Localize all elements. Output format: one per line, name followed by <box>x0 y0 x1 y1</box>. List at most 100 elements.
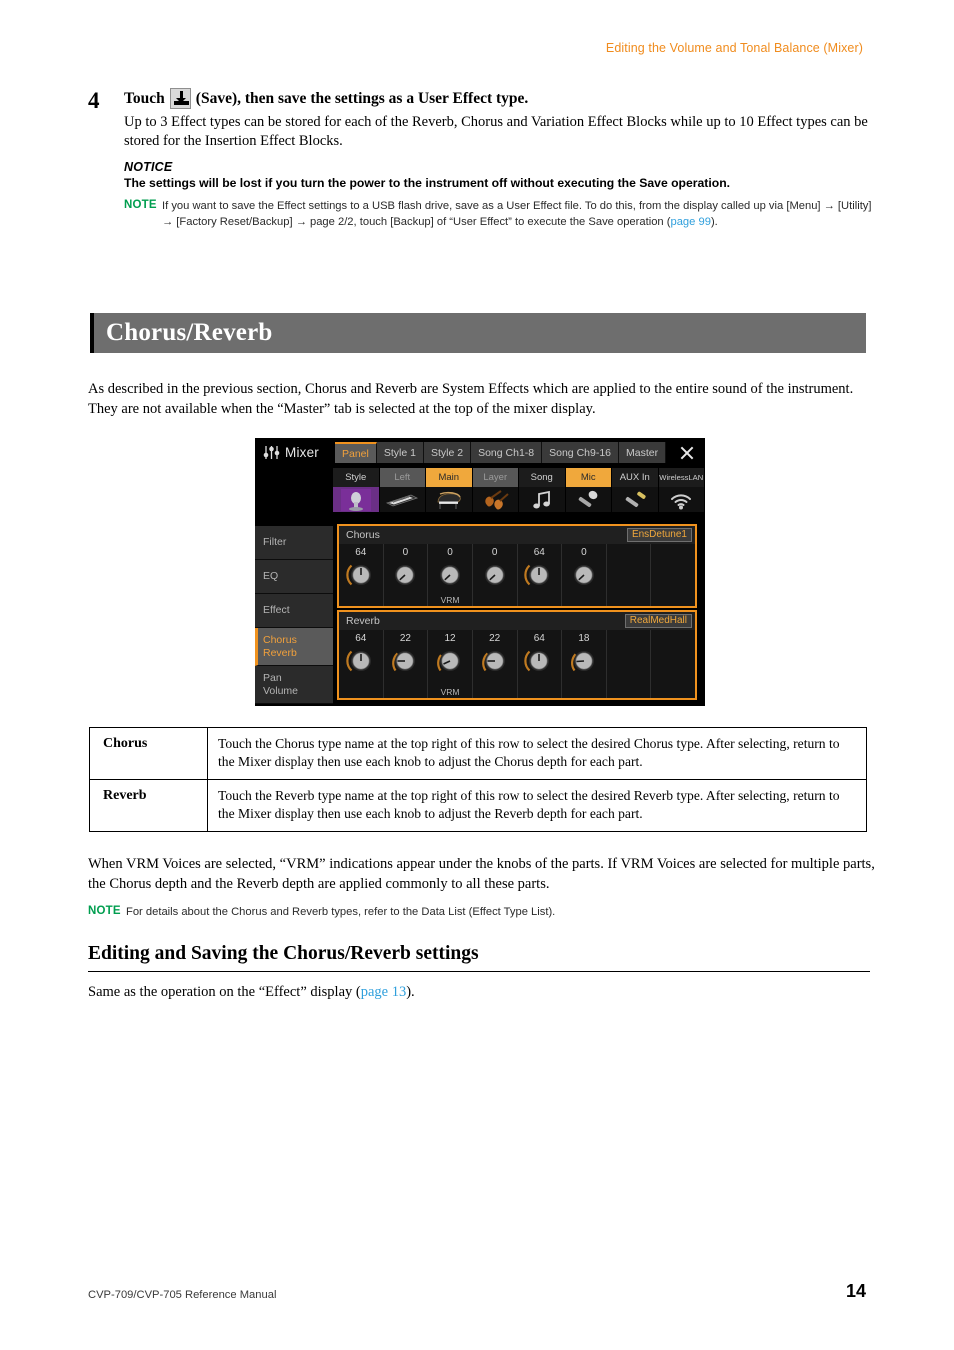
chorus-knob-row: 64 0 0 VRM 0 64 0 <box>339 544 695 606</box>
part-tab-song[interactable]: Song <box>519 468 566 487</box>
reverb-knob-cell-1[interactable]: 64 <box>339 630 384 698</box>
sidebar-item-chorus-reverb[interactable]: Chorus Reverb <box>255 628 333 666</box>
reverb-knob-2[interactable] <box>390 646 420 676</box>
reverb-knob-6[interactable] <box>569 646 599 676</box>
reverb-knob-5[interactable] <box>524 646 554 676</box>
chorus-knob-3[interactable] <box>435 560 465 590</box>
reverb-knob-cell-3[interactable]: 12 VRM <box>428 630 473 698</box>
chorus-knob-value-1: 64 <box>355 547 367 558</box>
note-text-5: ). <box>710 216 718 229</box>
chorus-label: Chorus <box>346 529 380 541</box>
chorus-knob-1[interactable] <box>346 560 376 590</box>
grand-piano-icon[interactable] <box>426 487 473 512</box>
chorus-knob-cell-6[interactable]: 0 <box>562 544 607 606</box>
reverb-knob-cell-4[interactable]: 22 <box>473 630 518 698</box>
arrow-icon-1: → <box>823 200 835 213</box>
reverb-knob-4[interactable] <box>480 646 510 676</box>
reverb-vrm-label: VRM <box>440 687 460 697</box>
chorus-knob-cell-7 <box>607 544 652 606</box>
chorus-type-button[interactable]: EnsDetune1 <box>626 528 692 542</box>
reverb-panel-header: Reverb RealMedHall <box>339 612 695 630</box>
chorus-knob-5[interactable] <box>524 560 554 590</box>
reverb-knob-1[interactable] <box>346 646 376 676</box>
part-tab-mic[interactable]: Mic <box>565 468 612 487</box>
close-icon[interactable] <box>679 445 695 461</box>
sidebar-item-pan-volume[interactable]: Pan Volume <box>255 666 333 704</box>
chorus-knob-value-2: 0 <box>402 547 409 558</box>
sidebar-item-filter[interactable]: Filter <box>255 526 333 560</box>
chorus-knob-2[interactable] <box>390 560 420 590</box>
reverb-type-button[interactable]: RealMedHall <box>624 614 692 628</box>
chorus-knob-value-6: 0 <box>581 547 587 558</box>
notice-text: The settings will be lost if you turn th… <box>124 176 731 191</box>
tab-master[interactable]: Master <box>619 442 667 463</box>
chorus-knob-cell-2[interactable]: 0 <box>384 544 429 606</box>
mixer-screenshot: Mixer Panel Style 1 Style 2 Song Ch1-8 S… <box>255 438 705 706</box>
chorus-knob-6[interactable] <box>569 560 599 590</box>
sidebar-item-volume-label: Volume <box>263 684 299 697</box>
part-tab-main[interactable]: Main <box>426 468 473 487</box>
tab-song-ch9-16[interactable]: Song Ch9-16 <box>542 442 620 463</box>
part-tab-aux-in[interactable]: AUX In <box>612 468 659 487</box>
chorus-knob-cell-1[interactable]: 64 <box>339 544 384 606</box>
part-tab-wireless-lan[interactable]: WirelessLAN <box>658 468 705 487</box>
reverb-knob-cell-2[interactable]: 22 <box>384 630 429 698</box>
microphone-stage-photo-icon[interactable] <box>333 487 380 512</box>
subsection-title: Editing and Saving the Chorus/Reverb set… <box>88 943 479 964</box>
chorus-panel: Chorus EnsDetune1 64 0 0 VRM 0 64 0 <box>337 524 697 608</box>
chorus-knob-cell-3[interactable]: 0 VRM <box>428 544 473 606</box>
reverb-knob-cell-6[interactable]: 18 <box>562 630 607 698</box>
tab-song-ch1-8[interactable]: Song Ch1-8 <box>471 442 543 463</box>
mixer-top-tabs: Panel Style 1 Style 2 Song Ch1-8 Song Ch… <box>335 442 667 463</box>
chorus-knob-4[interactable] <box>480 560 510 590</box>
reverb-knob-cell-8 <box>651 630 695 698</box>
table-cell-term-chorus: Chorus <box>89 726 208 781</box>
step-4-block: 4 Touch (Save), then save the settings a… <box>88 88 878 231</box>
vrm-paragraph: When VRM Voices are selected, “VRM” indi… <box>88 856 875 892</box>
mixer-part-tabs: Style Left Main Layer Song Mic AUX In Wi… <box>333 468 705 487</box>
note-text-2: [Utility] <box>834 200 872 213</box>
wifi-icon[interactable] <box>658 487 705 512</box>
table-cell-term-reverb: Reverb <box>89 779 208 833</box>
music-note-icon[interactable] <box>519 487 566 512</box>
section-heading-bar: Chorus/Reverb <box>90 313 866 353</box>
reverb-knob-cell-5[interactable]: 64 <box>518 630 563 698</box>
strings-icon[interactable] <box>472 487 519 512</box>
chorus-knob-cell-5[interactable]: 64 <box>518 544 563 606</box>
sidebar-item-reverb-label: Reverb <box>263 646 297 659</box>
step-title-prefix: Touch <box>124 89 165 107</box>
chorus-knob-cell-4[interactable]: 0 <box>473 544 518 606</box>
chorus-knob-value-4: 0 <box>491 547 498 558</box>
sidebar-item-eq[interactable]: EQ <box>255 560 333 594</box>
part-tab-layer[interactable]: Layer <box>472 468 519 487</box>
section-intro-paragraph: As described in the previous section, Ch… <box>88 381 854 417</box>
microphone-icon[interactable] <box>565 487 612 512</box>
chorus-knob-value-3: 0 <box>447 547 453 558</box>
chorus-vrm-label: VRM <box>440 595 460 605</box>
page-13-link[interactable]: page 13 <box>361 984 407 1000</box>
part-tab-style[interactable]: Style <box>333 468 380 487</box>
tab-style-1[interactable]: Style 1 <box>376 442 424 463</box>
tab-panel[interactable]: Panel <box>335 442 377 463</box>
chorus-knob-value-5: 64 <box>533 547 545 558</box>
subsection-text-before: Same as the operation on the “Effect” di… <box>88 984 361 1000</box>
step-number: 4 <box>88 88 100 113</box>
reverb-knob-value-3: 12 <box>444 633 456 644</box>
sidebar-item-effect[interactable]: Effect <box>255 594 333 628</box>
table-cell-desc-chorus: Touch the Chorus type name at the top ri… <box>207 726 867 781</box>
mixer-part-icons <box>333 487 705 512</box>
reverb-knob-value-1: 64 <box>355 633 367 644</box>
reverb-knob-3[interactable] <box>435 646 465 676</box>
sidebar-item-effect-label: Effect <box>263 604 290 617</box>
note-tag: NOTE <box>124 199 157 212</box>
part-tab-left[interactable]: Left <box>379 468 426 487</box>
subsection-heading: Editing and Saving the Chorus/Reverb set… <box>88 943 870 972</box>
audio-plug-icon[interactable] <box>612 487 659 512</box>
running-header: Editing the Volume and Tonal Balance (Mi… <box>605 41 863 55</box>
reverb-knob-value-6: 18 <box>578 633 590 644</box>
table-row: Chorus Touch the Chorus type name at the… <box>89 726 867 781</box>
keyboard-icon[interactable] <box>379 487 426 512</box>
tab-style-2[interactable]: Style 2 <box>423 442 472 463</box>
page-99-link[interactable]: page 99 <box>670 216 710 228</box>
footer-manual-name: CVP-709/CVP-705 Reference Manual <box>88 1289 277 1301</box>
